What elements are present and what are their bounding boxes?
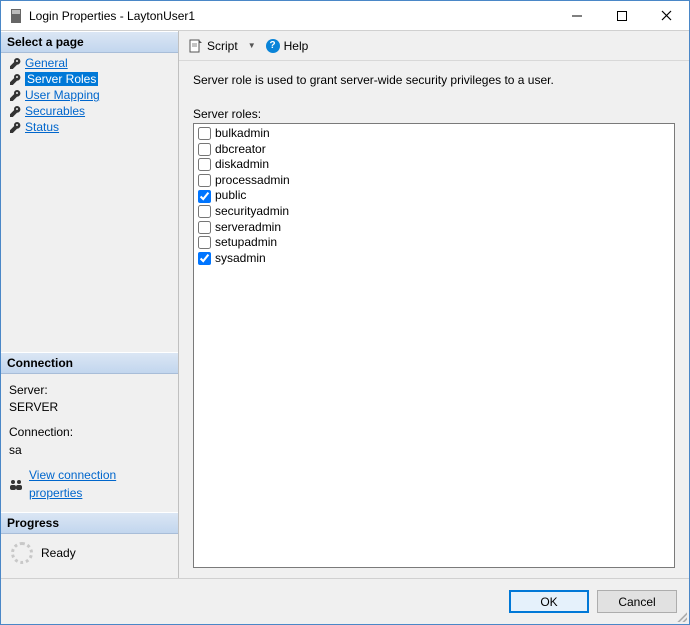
role-row-processadmin[interactable]: processadmin [198,173,670,189]
role-label: serveradmin [215,220,281,236]
titlebar[interactable]: Login Properties - LaytonUser1 [1,1,689,31]
script-label: Script [207,39,238,53]
window: Login Properties - LaytonUser1 Select a … [0,0,690,625]
cancel-button[interactable]: Cancel [597,590,677,613]
script-icon [189,39,203,53]
role-row-bulkadmin[interactable]: bulkadmin [198,126,670,142]
main-content: Server role is used to grant server-wide… [179,61,689,578]
script-dropdown-icon[interactable]: ▼ [246,41,258,50]
role-label: securityadmin [215,204,289,220]
progress-status: Ready [41,546,76,560]
connection-people-icon [9,479,23,491]
server-value: SERVER [9,399,170,416]
left-spacer [1,141,178,352]
connection-header: Connection [1,352,178,374]
page-item-securables[interactable]: Securables [3,103,176,119]
body: Select a page General Server Roles User Ma… [1,31,689,578]
window-title: Login Properties - LaytonUser1 [29,9,554,23]
server-roles-list[interactable]: bulkadmindbcreatordiskadminprocessadminp… [193,123,675,568]
role-row-diskadmin[interactable]: diskadmin [198,157,670,173]
role-row-dbcreator[interactable]: dbcreator [198,142,670,158]
role-label: processadmin [215,173,290,189]
connection-value: sa [9,442,170,459]
toolbar: Script ▼ ? Help [179,31,689,61]
right-panel: Script ▼ ? Help Server role is used to g… [179,31,689,578]
minimize-button[interactable] [554,1,599,30]
role-label: public [215,188,246,204]
role-label: setupadmin [215,235,277,251]
role-label: sysadmin [215,251,266,267]
maximize-button[interactable] [599,1,644,30]
role-checkbox-dbcreator[interactable] [198,143,211,156]
connection-label: Connection: [9,424,170,441]
role-checkbox-processadmin[interactable] [198,174,211,187]
progress-body: Ready [1,534,178,578]
ok-button[interactable]: OK [509,590,589,613]
view-connection-properties-link[interactable]: View connection properties [29,467,170,502]
resize-grip[interactable] [675,610,687,622]
role-label: bulkadmin [215,126,270,142]
wrench-icon [9,57,21,69]
window-buttons [554,1,689,30]
role-row-serveradmin[interactable]: serveradmin [198,220,670,236]
page-item-label: User Mapping [25,88,100,102]
help-label: Help [284,39,309,53]
wrench-icon [9,73,21,85]
server-label: Server: [9,382,170,399]
page-item-user-mapping[interactable]: User Mapping [3,87,176,103]
role-checkbox-serveradmin[interactable] [198,221,211,234]
footer: OK Cancel [1,578,689,624]
script-button[interactable]: Script [185,37,242,55]
role-label: dbcreator [215,142,266,158]
description-text: Server role is used to grant server-wide… [193,73,675,87]
page-item-general[interactable]: General [3,55,176,71]
role-checkbox-diskadmin[interactable] [198,158,211,171]
role-checkbox-public[interactable] [198,190,211,203]
wrench-icon [9,89,21,101]
page-item-label: Server Roles [25,72,98,86]
progress-header: Progress [1,512,178,534]
page-item-label: General [25,56,68,70]
select-page-header: Select a page [1,31,178,53]
left-panel: Select a page General Server Roles User Ma… [1,31,179,578]
wrench-icon [9,121,21,133]
role-label: diskadmin [215,157,269,173]
server-roles-label: Server roles: [193,107,675,121]
page-item-status[interactable]: Status [3,119,176,135]
wrench-icon [9,105,21,117]
progress-spinner-icon [11,542,33,564]
app-icon [9,9,23,23]
role-checkbox-sysadmin[interactable] [198,252,211,265]
page-list: General Server Roles User Mapping Securable… [1,53,178,141]
role-row-sysadmin[interactable]: sysadmin [198,251,670,267]
page-item-label: Securables [25,104,85,118]
role-row-securityadmin[interactable]: securityadmin [198,204,670,220]
connection-body: Server: SERVER Connection: sa View conne… [1,374,178,512]
help-icon: ? [266,39,280,53]
page-item-label: Status [25,120,59,134]
close-button[interactable] [644,1,689,30]
help-button[interactable]: ? Help [262,37,313,55]
role-row-public[interactable]: public [198,188,670,204]
page-item-server-roles[interactable]: Server Roles [3,71,176,87]
role-checkbox-bulkadmin[interactable] [198,127,211,140]
role-checkbox-securityadmin[interactable] [198,205,211,218]
role-row-setupadmin[interactable]: setupadmin [198,235,670,251]
role-checkbox-setupadmin[interactable] [198,236,211,249]
